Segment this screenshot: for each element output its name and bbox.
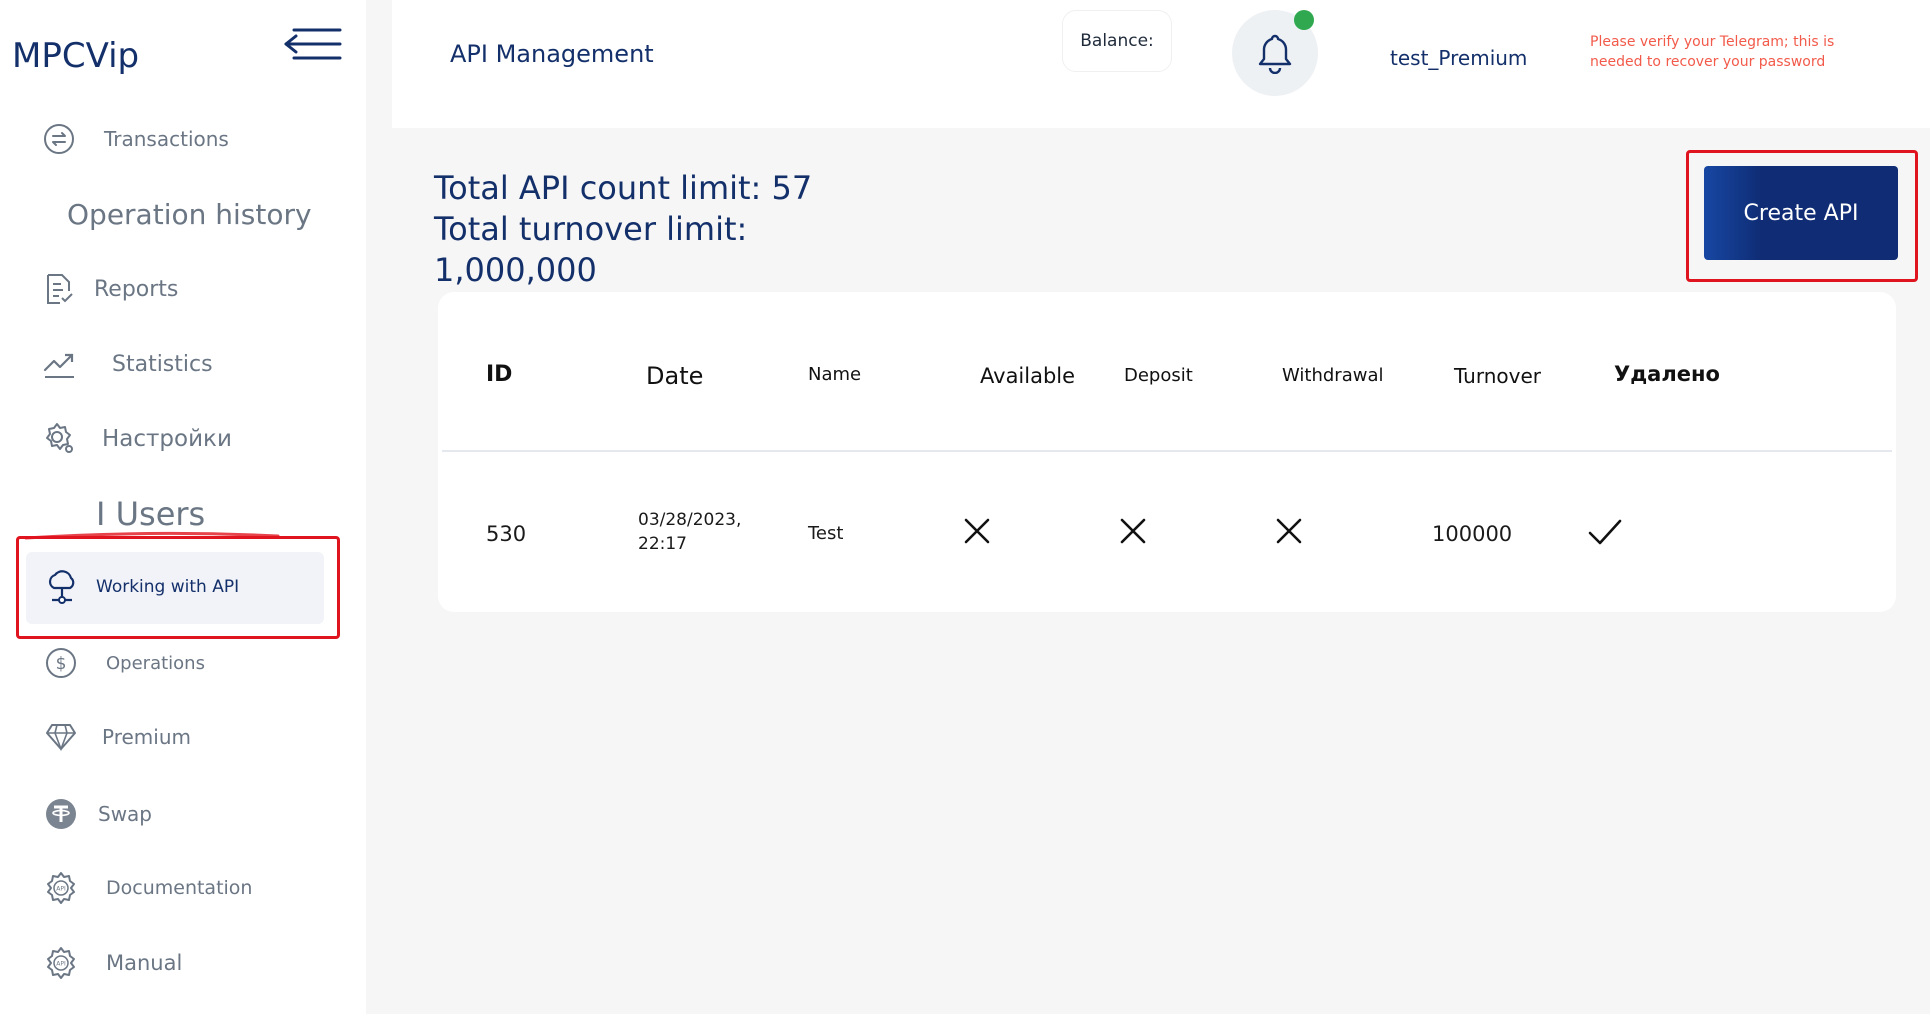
sidebar-item-working-with-api[interactable]: Working with API (26, 552, 324, 624)
sidebar-item-statistics[interactable]: Statistics (42, 347, 213, 381)
column-header-id: ID (486, 362, 513, 387)
balance-display: Balance: (1062, 10, 1172, 72)
api-icon (46, 570, 78, 610)
sidebar-item-label: Working with API (96, 577, 240, 597)
manual-icon: API (44, 946, 78, 980)
column-header-deleted: Удалено (1614, 362, 1720, 386)
sidebar-item-transactions[interactable]: Transactions (42, 122, 229, 156)
svg-text:API: API (56, 886, 66, 893)
cell-date-line2: 22:17 (638, 534, 687, 554)
username-link[interactable]: test_Premium (1390, 46, 1527, 70)
check-icon (1588, 519, 1622, 545)
sidebar-item-operation-history[interactable]: Operation history (67, 198, 312, 231)
create-api-button[interactable]: Create API (1704, 166, 1898, 260)
column-header-withdrawal: Withdrawal (1282, 365, 1384, 386)
svg-text:API: API (56, 961, 66, 968)
telegram-warning[interactable]: Please verify your Telegram; this is nee… (1590, 32, 1880, 72)
sidebar-item-reports[interactable]: Reports (42, 272, 178, 306)
sidebar-item-swap[interactable]: Swap (44, 797, 152, 831)
column-header-deposit: Deposit (1124, 365, 1193, 386)
menu-toggle-button[interactable] (280, 24, 344, 64)
top-header: API Management Balance: test_Premium Ple… (392, 0, 1930, 128)
sidebar-item-settings[interactable]: Настройки (42, 422, 232, 456)
svg-text:$: $ (56, 654, 67, 674)
operations-icon: $ (44, 646, 78, 680)
sidebar-item-label: Swap (98, 802, 153, 826)
sidebar: MPCVip Transactions Operation history Re… (0, 0, 366, 1014)
swap-icon (44, 797, 78, 831)
brush-underline (24, 531, 280, 540)
sidebar-item-manual[interactable]: API Manual (44, 946, 182, 980)
sidebar-item-label: Documentation (106, 877, 253, 899)
sidebar-item-operations[interactable]: $ Operations (44, 646, 205, 680)
online-status-dot (1294, 10, 1314, 30)
settings-icon (42, 422, 76, 456)
cross-icon (1120, 518, 1146, 544)
cell-date-line1: 03/28/2023, (638, 510, 742, 530)
premium-icon (44, 720, 78, 754)
table-divider (442, 450, 1892, 452)
documentation-icon: API (44, 871, 78, 905)
column-header-turnover: Turnover (1454, 364, 1542, 388)
sidebar-item-premium[interactable]: Premium (44, 720, 191, 754)
api-table: ID Date Name Available Deposit Withdrawa… (438, 292, 1896, 612)
column-header-date: Date (646, 362, 704, 390)
transactions-icon (42, 122, 76, 156)
page-title: API Management (450, 40, 654, 68)
sidebar-item-label: Reports (94, 276, 179, 302)
cell-id: 530 (486, 522, 527, 546)
bell-icon (1258, 34, 1292, 74)
cross-icon (964, 518, 990, 544)
sidebar-item-documentation[interactable]: API Documentation (44, 871, 252, 905)
app-logo: MPCVip (12, 36, 140, 76)
cell-name: Test (808, 523, 844, 544)
sidebar-item-label: Operations (106, 652, 205, 674)
sidebar-item-label: Настройки (102, 426, 232, 452)
reports-icon (42, 272, 76, 306)
sidebar-item-label: Premium (102, 725, 191, 749)
sidebar-item-label: Manual (106, 951, 183, 975)
statistics-icon (42, 347, 76, 381)
api-limits-text: Total API count limit: 57 Total turnover… (434, 169, 813, 289)
cross-icon (1276, 518, 1302, 544)
column-header-available: Available (980, 364, 1076, 388)
balance-label: Balance: (1080, 31, 1154, 51)
sidebar-item-label: Transactions (104, 127, 229, 151)
column-header-name: Name (808, 364, 862, 385)
sidebar-item-users[interactable]: I Users (96, 495, 205, 533)
cell-turnover: 100000 (1432, 522, 1513, 546)
sidebar-item-label: Statistics (112, 351, 213, 377)
menu-icon (284, 28, 342, 60)
